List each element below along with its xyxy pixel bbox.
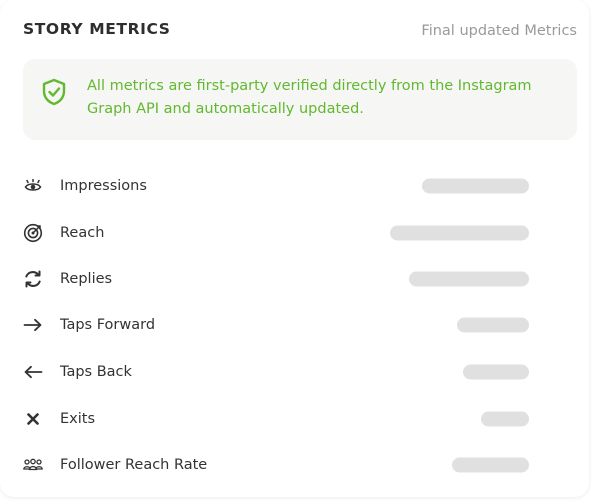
arrow-left-icon — [22, 361, 44, 383]
verification-notice: All metrics are first-party verified dir… — [23, 59, 577, 140]
loading-placeholder-bar — [452, 457, 529, 472]
loading-placeholder-bar — [481, 411, 529, 426]
metric-row-replies: Replies — [0, 255, 589, 302]
metric-label: Reach — [60, 224, 105, 241]
metric-label: Replies — [60, 270, 113, 287]
loading-placeholder-bar — [390, 225, 529, 240]
card-title: STORY METRICS — [23, 20, 171, 38]
refresh-icon — [22, 268, 44, 290]
verification-text: All metrics are first-party verified dir… — [87, 78, 532, 117]
target-icon — [22, 222, 44, 244]
metric-label: Impressions — [60, 177, 147, 194]
eye-icon — [22, 175, 44, 197]
metric-label: Taps Forward — [60, 316, 156, 333]
loading-placeholder-bar — [409, 271, 529, 286]
metric-label: Taps Back — [60, 363, 132, 380]
group-icon — [22, 454, 44, 476]
arrow-right-icon — [22, 314, 44, 336]
loading-placeholder-bar — [463, 364, 529, 379]
metric-row-exits: Exits — [0, 395, 589, 442]
story-metrics-card: STORY METRICS Final updated Metrics All … — [0, 0, 589, 497]
metric-row-taps-forward: Taps Forward — [0, 301, 589, 348]
shield-check-icon — [42, 78, 66, 106]
metric-row-follower-reach-rate: Follower Reach Rate — [0, 441, 589, 488]
metric-row-impressions: Impressions — [0, 162, 589, 209]
metric-label: Exits — [60, 410, 96, 427]
metric-row-taps-back: Taps Back — [0, 348, 589, 395]
metric-row-reach: Reach — [0, 209, 589, 256]
loading-placeholder-bar — [457, 317, 529, 332]
card-subtitle: Final updated Metrics — [421, 23, 577, 39]
metric-label: Follower Reach Rate — [60, 456, 208, 473]
close-icon — [22, 408, 44, 430]
loading-placeholder-bar — [422, 178, 529, 193]
card-header: STORY METRICS Final updated Metrics — [23, 20, 577, 44]
